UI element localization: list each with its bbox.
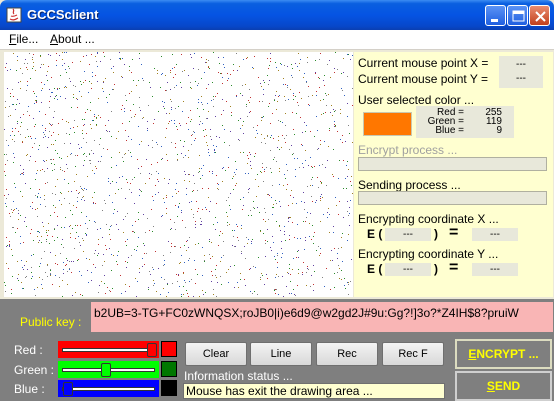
red-slider-track [62, 348, 155, 352]
encrypt-button[interactable]: ENCRYPT ... [455, 339, 552, 369]
title-bar: GCCSclient [0, 0, 554, 30]
minimize-icon [491, 19, 498, 22]
info-status-label: Information status ... [184, 369, 293, 383]
enc-y-label: Encrypting coordinate Y ... [358, 247, 499, 261]
selected-color-swatch [363, 112, 412, 136]
menu-bar: File... About ... [0, 30, 554, 50]
mouse-x-label: Current mouse point X = [358, 56, 489, 70]
enc-y-close: ) [434, 262, 438, 276]
blue-slider-thumb[interactable] [63, 382, 74, 396]
blue-chip [161, 380, 177, 396]
enc-y-equals: = [449, 259, 459, 276]
window-title: GCCSclient [27, 7, 99, 22]
green-chip [161, 361, 177, 377]
sending-process-bar [358, 191, 547, 205]
close-icon [535, 11, 546, 22]
encrypt-process-label: Encrypt process ... [358, 143, 458, 157]
maximize-icon [512, 10, 525, 22]
enc-x-close: ) [434, 227, 438, 241]
mouse-y-value: --- [499, 70, 543, 88]
java-app-icon [6, 7, 22, 23]
public-key-row: Public key : b2UB=3-TG+FC0zWNQSX;roJB0|i… [0, 299, 554, 336]
rec-button[interactable]: Rec [316, 342, 378, 366]
green-slider-label: Green : [14, 363, 55, 377]
blue-value: 9 [496, 125, 502, 136]
maximize-button[interactable] [507, 5, 528, 26]
enc-x-input: --- [385, 228, 431, 241]
info-panel: Current mouse point X = --- Current mous… [354, 52, 553, 297]
red-slider-label: Red : [14, 343, 43, 357]
blue-slider-track [62, 387, 155, 391]
enc-y-output: --- [472, 263, 518, 276]
enc-x-equals: = [449, 224, 459, 241]
minimize-button[interactable] [485, 5, 506, 26]
enc-y-open: E ( [367, 262, 383, 276]
encrypt-process-bar [358, 157, 547, 171]
drawing-area[interactable] [4, 52, 353, 297]
blue-slider-label: Blue : [14, 382, 45, 396]
rgb-values: Red = 255 Green = 119 Blue = 9 [416, 106, 514, 138]
sending-process-label: Sending process ... [358, 178, 461, 192]
blue-slider[interactable] [58, 380, 159, 397]
red-slider-thumb[interactable] [147, 343, 157, 357]
green-slider[interactable] [58, 361, 159, 378]
menu-file[interactable]: File... [9, 32, 38, 46]
send-button[interactable]: SEND [455, 371, 552, 401]
line-button[interactable]: Line [250, 342, 312, 366]
menu-about[interactable]: About ... [50, 32, 95, 46]
enc-x-label: Encrypting coordinate X ... [358, 212, 499, 226]
public-key-field[interactable]: b2UB=3-TG+FC0zWNQSX;roJB0|i)e6d9@w2gd2J#… [91, 302, 553, 332]
rec-fill-button[interactable]: Rec F [382, 342, 444, 366]
enc-y-input: --- [385, 263, 431, 276]
red-chip [161, 341, 177, 357]
public-key-label: Public key : [20, 315, 82, 329]
mouse-y-label: Current mouse point Y = [358, 72, 488, 86]
red-slider[interactable] [58, 341, 159, 358]
close-button[interactable] [529, 5, 550, 26]
user-color-label: User selected color ... [358, 93, 475, 107]
info-status-field: Mouse has exit the drawing area ... [183, 383, 445, 399]
blue-key: Blue = [435, 125, 464, 136]
enc-x-output: --- [472, 228, 518, 241]
green-slider-thumb[interactable] [100, 363, 111, 377]
controls-panel: Red : Green : Blue : Clear Line Rec Rec … [0, 336, 554, 401]
clear-button[interactable]: Clear [185, 342, 247, 366]
enc-x-open: E ( [367, 227, 383, 241]
